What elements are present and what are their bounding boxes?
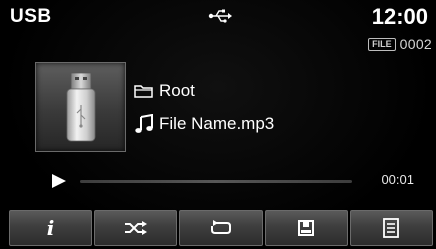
file-name: File Name.mp3 [159,114,275,133]
album-art [35,62,126,152]
save-icon [298,220,315,236]
folder-row: Root [134,80,195,102]
file-counter: FILE 0002 [368,36,432,52]
folder-icon [134,85,153,98]
shuffle-icon [124,221,147,235]
usb-icon [208,9,232,23]
elapsed-time: 00:01 [381,172,414,187]
shuffle-button[interactable] [94,210,178,246]
music-note-icon [135,114,153,133]
list-button[interactable] [349,210,434,246]
usb-drive-icon [66,72,96,142]
repeat-button[interactable] [179,210,263,246]
info-icon: i [46,216,55,240]
file-row: File Name.mp3 [134,113,274,135]
status-bar: USB 12:00 [0,0,436,34]
copy-button[interactable] [264,210,348,246]
play-icon [52,174,66,188]
source-label: USB [10,6,52,27]
file-tag: FILE [368,37,396,51]
usb-media-screen: USB 12:00 FILE 0002 Root File Name.mp3 0… [0,0,436,249]
clock: 12:00 [371,4,428,29]
progress-bar[interactable] [80,180,352,183]
info-button[interactable]: i [9,210,93,246]
list-icon [383,218,400,238]
button-bar: i [9,210,434,246]
folder-name: Root [159,81,195,100]
repeat-icon [211,220,231,234]
file-number: 0002 [399,36,432,52]
